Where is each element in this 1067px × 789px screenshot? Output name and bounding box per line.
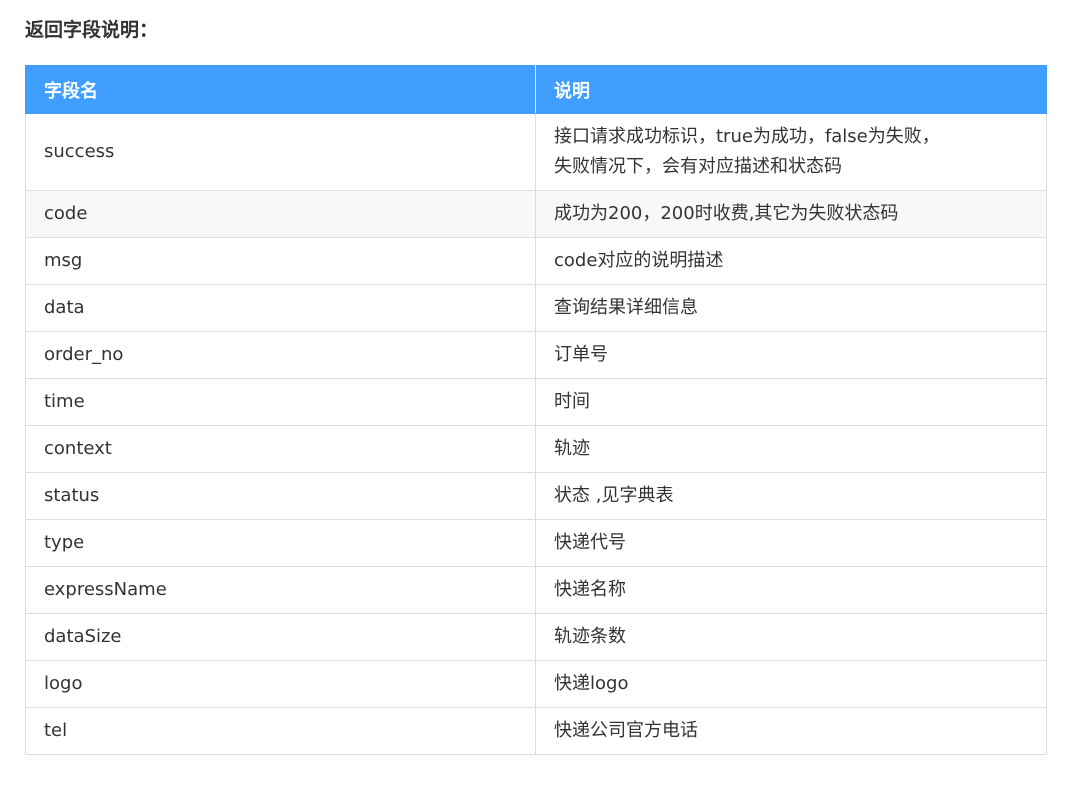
description-cell: 时间	[535, 378, 1047, 426]
table-row: logo 快递logo	[25, 660, 1047, 708]
description-cell: code对应的说明描述	[535, 237, 1047, 285]
table-row: data 查询结果详细信息	[25, 284, 1047, 332]
field-name-cell: dataSize	[25, 613, 536, 661]
description-line: 快递logo	[554, 673, 629, 694]
description-cell: 查询结果详细信息	[535, 284, 1047, 332]
description-line: 快递公司官方电话	[554, 720, 698, 741]
description-cell: 状态 ,见字典表	[535, 472, 1047, 520]
description-line: 时间	[554, 391, 590, 412]
table-row: type 快递代号	[25, 519, 1047, 567]
header-description: 说明	[535, 65, 1047, 114]
description-line: 快递代号	[554, 532, 626, 553]
field-name-cell: tel	[25, 707, 536, 755]
table-row: order_no 订单号	[25, 331, 1047, 379]
description-cell: 快递公司官方电话	[535, 707, 1047, 755]
description-line: 轨迹	[554, 438, 590, 459]
description-cell: 订单号	[535, 331, 1047, 379]
header-field-name: 字段名	[25, 65, 536, 114]
description-line: 快递名称	[554, 579, 626, 600]
description-cell: 快递logo	[535, 660, 1047, 708]
description-line: 接口请求成功标识，true为成功，false为失败，	[554, 126, 940, 147]
table-row: success 接口请求成功标识，true为成功，false为失败， 失败情况下，会…	[25, 113, 1047, 191]
field-name-cell: time	[25, 378, 536, 426]
field-name-cell: context	[25, 425, 536, 473]
description-line: 状态 ,见字典表	[554, 485, 674, 506]
description-line: 失败情况下，会有对应描述和状态码	[554, 156, 842, 177]
description-cell: 成功为200，200时收费,其它为失败状态码	[535, 190, 1047, 238]
table-row: msg code对应的说明描述	[25, 237, 1047, 285]
table-body: success 接口请求成功标识，true为成功，false为失败， 失败情况下，会…	[25, 113, 1047, 755]
description-line: 轨迹条数	[554, 626, 626, 647]
field-name-cell: success	[25, 113, 536, 191]
table-row: tel 快递公司官方电话	[25, 707, 1047, 755]
description-line: code对应的说明描述	[554, 250, 724, 271]
description-line: 成功为200，200时收费,其它为失败状态码	[554, 203, 899, 224]
table-row: context 轨迹	[25, 425, 1047, 473]
description-cell: 快递代号	[535, 519, 1047, 567]
table-row: dataSize 轨迹条数	[25, 613, 1047, 661]
description-line: 订单号	[554, 344, 608, 365]
field-name-cell: logo	[25, 660, 536, 708]
table-row: code 成功为200，200时收费,其它为失败状态码	[25, 190, 1047, 238]
table-header-row: 字段名 说明	[25, 65, 1047, 114]
return-fields-table: 字段名 说明 success 接口请求成功标识，true为成功，false为失败，…	[25, 65, 1047, 755]
description-cell: 轨迹	[535, 425, 1047, 473]
field-name-cell: data	[25, 284, 536, 332]
table-row: time 时间	[25, 378, 1047, 426]
field-name-cell: status	[25, 472, 536, 520]
field-name-cell: type	[25, 519, 536, 567]
table-row: expressName 快递名称	[25, 566, 1047, 614]
section-title: 返回字段说明：	[25, 19, 159, 41]
field-name-cell: order_no	[25, 331, 536, 379]
field-name-cell: msg	[25, 237, 536, 285]
description-cell: 快递名称	[535, 566, 1047, 614]
field-name-cell: expressName	[25, 566, 536, 614]
field-name-cell: code	[25, 190, 536, 238]
description-line: 查询结果详细信息	[554, 297, 698, 318]
description-cell: 接口请求成功标识，true为成功，false为失败， 失败情况下，会有对应描述和状…	[535, 113, 1047, 191]
description-cell: 轨迹条数	[535, 613, 1047, 661]
table-row: status 状态 ,见字典表	[25, 472, 1047, 520]
